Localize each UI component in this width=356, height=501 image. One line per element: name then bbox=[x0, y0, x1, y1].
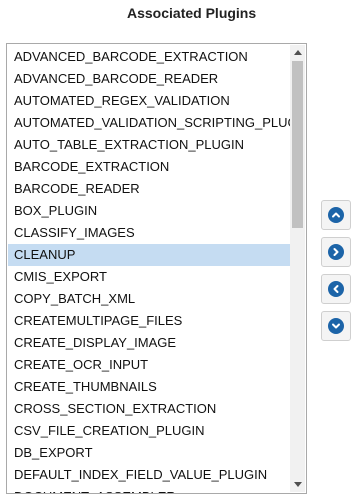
listbox-scrollbar[interactable] bbox=[290, 45, 305, 492]
chevron-right-circle-icon bbox=[328, 244, 344, 260]
scroll-down-button[interactable] bbox=[290, 477, 305, 492]
plugin-option[interactable]: AUTO_TABLE_EXTRACTION_PLUGIN bbox=[8, 134, 291, 156]
plugin-option[interactable]: BOX_PLUGIN bbox=[8, 200, 291, 222]
associated-plugins-panel: Associated Plugins ADVANCED_BARCODE_EXTR… bbox=[0, 0, 356, 501]
plugins-listbox[interactable]: ADVANCED_BARCODE_EXTRACTION ADVANCED_BARC… bbox=[6, 43, 307, 494]
chevron-up-circle-icon bbox=[328, 207, 344, 223]
panel-title: Associated Plugins bbox=[127, 5, 257, 21]
move-up-button[interactable] bbox=[321, 200, 351, 230]
plugin-option[interactable]: CSV_FILE_CREATION_PLUGIN bbox=[8, 420, 291, 442]
plugin-option[interactable]: AUTOMATED_REGEX_VALIDATION bbox=[8, 90, 291, 112]
order-buttons bbox=[321, 200, 351, 348]
plugin-option[interactable]: CREATEMULTIPAGE_FILES bbox=[8, 310, 291, 332]
plugin-option[interactable]: CREATE_DISPLAY_IMAGE bbox=[8, 332, 291, 354]
plugin-option[interactable]: BARCODE_READER bbox=[8, 178, 291, 200]
plugin-option[interactable]: DB_EXPORT bbox=[8, 442, 291, 464]
plugin-option[interactable]: CLASSIFY_IMAGES bbox=[8, 222, 291, 244]
plugin-option[interactable]: COPY_BATCH_XML bbox=[8, 288, 291, 310]
move-right-button[interactable] bbox=[321, 237, 351, 267]
plugin-option[interactable]: CLEANUP bbox=[8, 244, 291, 266]
plugin-option[interactable]: CMIS_EXPORT bbox=[8, 266, 291, 288]
plugin-option[interactable]: AUTOMATED_VALIDATION_SCRIPTING_PLUGIN bbox=[8, 112, 291, 134]
plugin-option[interactable]: ADVANCED_BARCODE_READER bbox=[8, 68, 291, 90]
plugin-option[interactable]: BARCODE_EXTRACTION bbox=[8, 156, 291, 178]
plugin-option[interactable]: ADVANCED_BARCODE_EXTRACTION bbox=[8, 46, 291, 68]
plugin-option[interactable]: CREATE_OCR_INPUT bbox=[8, 354, 291, 376]
plugin-option[interactable]: DOCUMENT_ASSEMBLER bbox=[8, 486, 291, 493]
triangle-up-icon bbox=[293, 50, 302, 55]
chevron-down-circle-icon bbox=[328, 318, 344, 334]
move-down-button[interactable] bbox=[321, 311, 351, 341]
plugins-list: ADVANCED_BARCODE_EXTRACTION ADVANCED_BARC… bbox=[8, 46, 291, 493]
plugin-option[interactable]: CROSS_SECTION_EXTRACTION bbox=[8, 398, 291, 420]
scroll-thumb[interactable] bbox=[292, 61, 303, 228]
scroll-up-button[interactable] bbox=[290, 45, 305, 60]
triangle-down-icon bbox=[293, 482, 302, 487]
chevron-left-circle-icon bbox=[328, 281, 344, 297]
plugin-option[interactable]: DEFAULT_INDEX_FIELD_VALUE_PLUGIN bbox=[8, 464, 291, 486]
plugin-option[interactable]: CREATE_THUMBNAILS bbox=[8, 376, 291, 398]
move-left-button[interactable] bbox=[321, 274, 351, 304]
